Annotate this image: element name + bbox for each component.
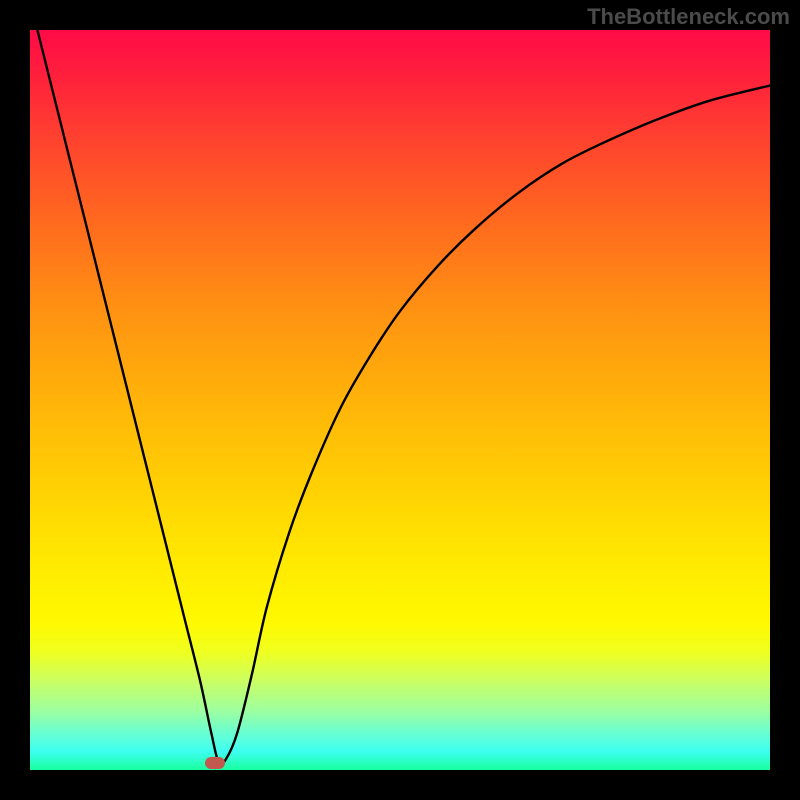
chart-frame: TheBottleneck.com	[0, 0, 800, 800]
bottleneck-curve-path	[37, 30, 770, 765]
plot-area	[30, 30, 770, 770]
curve-svg	[30, 30, 770, 770]
attribution-text: TheBottleneck.com	[587, 4, 790, 30]
optimum-marker	[205, 757, 225, 769]
